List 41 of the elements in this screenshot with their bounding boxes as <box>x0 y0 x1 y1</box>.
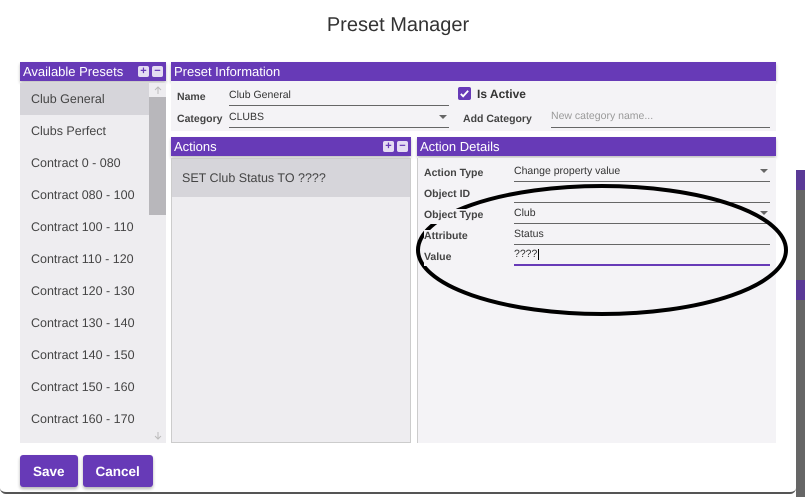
remove-button[interactable]: − <box>397 141 408 152</box>
checkbox[interactable] <box>458 87 471 100</box>
preset-item[interactable]: Contract 0 - 080 <box>20 147 149 179</box>
add-button[interactable]: + <box>383 141 394 152</box>
panel-title: Preset Information <box>174 64 280 79</box>
dialog-button[interactable]: Save <box>20 455 78 487</box>
category-dropdown[interactable]: CLUBS <box>229 108 449 128</box>
field-label: Name <box>177 91 207 105</box>
panel-title: Available Presets <box>23 64 124 79</box>
input-field[interactable]: Status <box>514 225 770 245</box>
add-button[interactable]: + <box>138 66 149 77</box>
field-label: Add Category <box>463 113 533 127</box>
preset-item[interactable]: Contract 080 - 100 <box>20 179 149 211</box>
preset-item[interactable]: Contract 120 - 130 <box>20 275 149 307</box>
dialog-title: Preset Manager <box>326 14 470 38</box>
checkbox-label: Is Active <box>477 86 526 102</box>
category-name-field[interactable]: New category name... <box>551 108 770 128</box>
dialog-button[interactable]: Cancel <box>82 455 153 487</box>
preset-item[interactable]: Clubs Perfect <box>20 115 149 147</box>
panel-title: Action Details <box>420 139 500 154</box>
caret-icon <box>760 211 768 215</box>
preset-item[interactable]: Contract 110 - 120 <box>20 243 149 275</box>
remove-button[interactable]: − <box>152 66 163 77</box>
action-item[interactable]: SET Club Status TO ???? <box>172 159 410 197</box>
dropdown[interactable]: Change property value <box>514 162 770 182</box>
preset-item[interactable]: Contract 140 - 150 <box>20 339 149 371</box>
field-label: Value <box>424 251 452 266</box>
preset-item[interactable]: Contract 100 - 110 <box>20 211 149 243</box>
dropdown[interactable]: Club <box>514 204 770 224</box>
preset-item[interactable]: Club General <box>20 83 149 115</box>
preset-item[interactable]: Contract 150 - 160 <box>20 371 149 403</box>
scroll-thumb[interactable] <box>149 97 166 215</box>
preset-item[interactable]: Contract 130 - 140 <box>20 307 149 339</box>
caret-icon <box>760 169 768 173</box>
input-field[interactable]: ???? <box>514 246 770 266</box>
name-field[interactable]: Club General <box>229 86 449 106</box>
panel-title: Actions <box>174 139 217 154</box>
field-label: Category <box>177 113 224 127</box>
preset-item[interactable]: Contract 160 - 170 <box>20 403 149 435</box>
field-label: Object Type <box>424 209 484 224</box>
caret-icon <box>439 115 447 119</box>
